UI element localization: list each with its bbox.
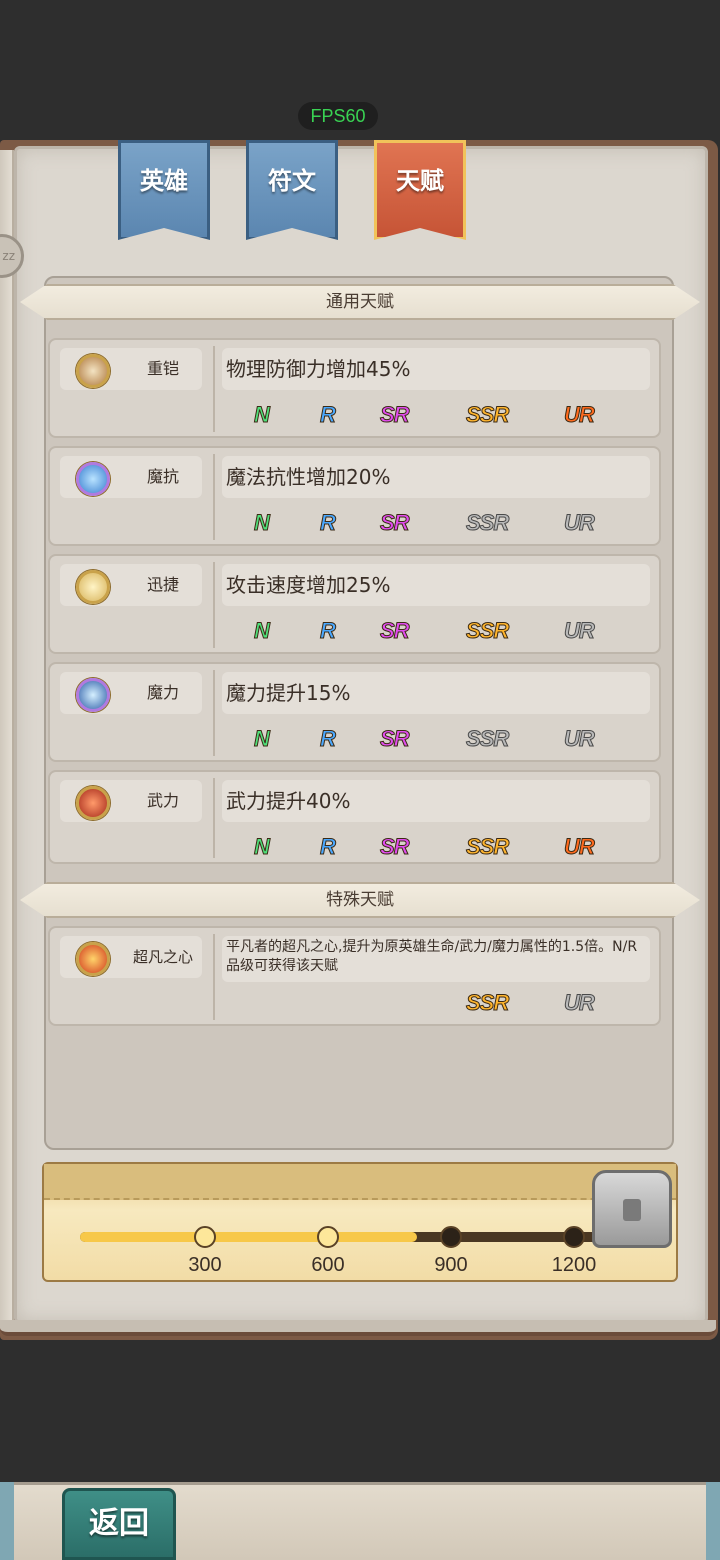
row-divider <box>213 346 215 432</box>
milestone-node-600[interactable] <box>317 1226 339 1248</box>
talent-row-armor: 重铠 物理防御力增加45% N R SR SSR UR <box>48 338 661 438</box>
rarity-ssr-badge: SSR <box>465 402 509 428</box>
special-talents-banner: 特殊天赋 <box>20 882 700 918</box>
talent-name-box: 迅捷 <box>60 564 202 606</box>
talent-name-box: 魔抗 <box>60 456 202 498</box>
milestone-node-900[interactable] <box>440 1226 462 1248</box>
rarity-ssr-badge: SSR <box>465 834 509 860</box>
rarity-r-badge: R <box>320 834 337 860</box>
rarity-n-badge: N <box>254 618 271 644</box>
book-left-edge <box>0 150 14 1320</box>
back-button[interactable]: 返回 <box>62 1488 176 1560</box>
talent-name: 超凡之心 <box>132 948 193 966</box>
rarity-r-badge: R <box>320 618 337 644</box>
row-divider <box>213 778 215 858</box>
swift-icon <box>76 570 110 604</box>
rarity-ssr-badge-locked: SSR <box>465 510 509 536</box>
talent-row-extraordinary-heart: 超凡之心 平凡者的超凡之心,提升为原英雄生命/武力/魔力属性的1.5倍。N/R品… <box>48 926 661 1026</box>
rarity-ssr-badge: SSR <box>465 618 509 644</box>
talent-name: 魔力 <box>146 683 179 702</box>
book-bottom-edge <box>0 1320 716 1336</box>
talent-desc: 物理防御力增加45% <box>222 348 650 390</box>
row-divider <box>213 562 215 648</box>
talent-name-box: 魔力 <box>60 672 202 714</box>
talent-row-swift: 迅捷 攻击速度增加25% N R SR SSR UR <box>48 554 661 654</box>
row-divider <box>213 934 215 1020</box>
rarity-ur-badge-locked: UR <box>564 618 596 644</box>
talent-name: 魔抗 <box>146 467 179 486</box>
heart-icon <box>76 942 110 976</box>
milestone-node-300[interactable] <box>194 1226 216 1248</box>
rarity-sr-badge: SR <box>380 510 411 536</box>
milestone-label: 900 <box>434 1254 468 1276</box>
rarity-r-badge: R <box>320 510 337 536</box>
rarity-ur-badge-locked: UR <box>564 990 596 1016</box>
martial-icon <box>76 786 110 820</box>
rarity-r-badge: R <box>320 726 337 752</box>
rarity-n-badge: N <box>254 834 271 860</box>
rarity-ssr-badge: SSR <box>465 990 509 1016</box>
talent-desc: 武力提升40% <box>222 780 650 822</box>
rarity-ssr-badge-locked: SSR <box>465 726 509 752</box>
talent-desc: 魔法抗性增加20% <box>222 456 650 498</box>
milestone-label: 300 <box>188 1254 222 1276</box>
milestone-label: 600 <box>311 1254 345 1276</box>
talent-name-box: 武力 <box>60 780 202 822</box>
milestone-label: 1200 <box>551 1254 597 1276</box>
treasure-chest-icon[interactable] <box>592 1170 672 1248</box>
rarity-ur-badge: UR <box>564 402 596 428</box>
rarity-sr-badge: SR <box>380 618 411 644</box>
row-divider <box>213 670 215 756</box>
rarity-ur-badge-locked: UR <box>564 510 596 536</box>
rarity-sr-badge: SR <box>380 834 411 860</box>
talent-row-martial: 武力 武力提升40% N R SR SSR UR <box>48 770 661 864</box>
tab-heroes[interactable]: 英雄 <box>118 140 210 240</box>
talent-row-magic: 魔力 魔力提升15% N R SR SSR UR <box>48 662 661 762</box>
bottom-bar-right-edge <box>706 1482 720 1560</box>
talent-desc: 攻击速度增加25% <box>222 564 650 606</box>
rarity-ur-badge-locked: UR <box>564 726 596 752</box>
treasure-map-strip <box>44 1164 676 1200</box>
talent-progress-panel: 300 600 900 1200 <box>42 1162 678 1282</box>
rarity-sr-badge: SR <box>380 726 411 752</box>
talent-desc: 平凡者的超凡之心,提升为原英雄生命/武力/魔力属性的1.5倍。N/R品级可获得该… <box>222 936 650 982</box>
magic-power-icon <box>76 678 110 712</box>
talent-name: 武力 <box>146 791 179 810</box>
rarity-ur-badge: UR <box>564 834 596 860</box>
talent-name-box: 超凡之心 <box>60 936 202 978</box>
talent-row-magic-resist: 魔抗 魔法抗性增加20% N R SR SSR UR <box>48 446 661 546</box>
armor-icon <box>76 354 110 388</box>
rarity-n-badge: N <box>254 510 271 536</box>
progress-fill <box>80 1232 417 1242</box>
talent-name-box: 重铠 <box>60 348 202 390</box>
rarity-n-badge: N <box>254 726 271 752</box>
magic-shield-icon <box>76 462 110 496</box>
talent-name: 迅捷 <box>146 575 179 594</box>
talent-desc: 魔力提升15% <box>222 672 650 714</box>
rarity-n-badge: N <box>254 402 271 428</box>
row-divider <box>213 454 215 540</box>
fps-counter: FPS60 <box>298 102 378 130</box>
tab-talents[interactable]: 天赋 <box>374 140 466 240</box>
rarity-sr-badge: SR <box>380 402 411 428</box>
milestone-node-1200[interactable] <box>563 1226 585 1248</box>
progress-track <box>80 1232 606 1242</box>
rarity-r-badge: R <box>320 402 337 428</box>
general-talents-banner: 通用天赋 <box>20 284 700 320</box>
talent-name: 重铠 <box>146 359 179 378</box>
bottom-bar-left-edge <box>0 1482 14 1560</box>
tab-runes[interactable]: 符文 <box>246 140 338 240</box>
